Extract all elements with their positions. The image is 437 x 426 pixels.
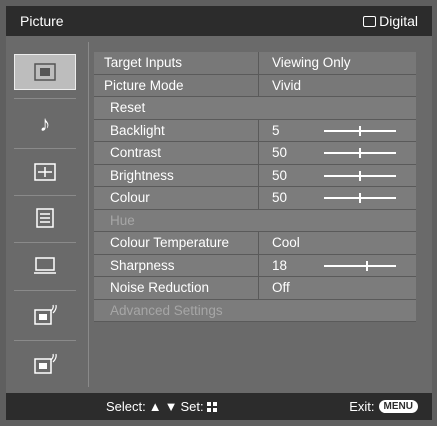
set-button-icon [206,401,217,412]
navigation-hint: Select: ▲ ▼ Set: [106,399,217,414]
sidebar-divider [14,148,76,149]
row-value: Off [272,280,290,296]
menu-row-target-inputs[interactable]: Target Inputs Viewing Only [94,52,416,75]
input-source-icon [363,15,377,27]
row-label: Colour Temperature [110,235,230,251]
set-label: Set: [180,399,204,414]
column-divider [258,164,259,186]
arrow-down-icon: ▼ [164,399,178,414]
row-label: Picture Mode [104,77,184,93]
row-label: Noise Reduction [110,280,210,296]
sidebar-item-analogue-setup[interactable] [14,297,76,333]
row-label: Sharpness [110,257,175,273]
sidebar-divider [14,340,76,341]
column-divider [258,277,259,299]
sidebar-item-sound[interactable]: ♪ [14,106,76,142]
sidebar-item-digital-setup[interactable] [14,346,76,382]
sidebar-item-screen[interactable] [14,154,76,190]
row-label: Reset [110,100,146,116]
colour-slider[interactable] [324,193,396,203]
menu-button-icon: MENU [378,400,418,413]
slider-knob[interactable] [359,170,361,181]
row-value: 50 [272,167,288,183]
music-note-icon: ♪ [39,111,51,136]
menu-row-sharpness[interactable]: Sharpness 18 [94,254,416,277]
arrow-up-icon: ▲ [148,399,162,414]
menu-row-brightness[interactable]: Brightness 50 [94,164,416,187]
row-label: Backlight [110,122,165,138]
row-label: Colour [110,190,150,206]
tv-menu-screen: Picture Digital ♪ Target Inputs Viewing … [0,0,437,426]
list-settings-icon [36,208,54,228]
sidebar-divider [14,290,76,291]
row-value: Vivid [272,77,302,93]
column-divider [258,119,259,141]
sidebar-item-pc[interactable] [14,248,76,284]
contrast-slider[interactable] [324,148,396,158]
menu-row-reset[interactable]: Reset [94,97,416,120]
menu-title: Picture [20,13,64,29]
sidebar-divider [14,98,76,99]
menu-row-noise-reduction[interactable]: Noise Reduction Off [94,277,416,300]
screen-format-icon [34,163,56,181]
input-source-label: Digital [379,13,418,29]
row-value: 5 [272,122,280,138]
row-label: Hue [110,212,135,228]
column-divider [258,74,259,96]
menu-row-hue: Hue [94,209,416,232]
analogue-setup-icon [34,304,57,325]
row-value: 18 [272,257,288,273]
menu-row-colour[interactable]: Colour 50 [94,187,416,210]
row-value: 50 [272,190,288,206]
sidebar-divider [14,195,76,196]
slider-knob[interactable] [359,125,361,136]
menu-row-contrast[interactable]: Contrast 50 [94,142,416,165]
input-source: Digital [363,13,418,29]
digital-setup-icon [34,353,57,374]
menu-row-colour-temperature[interactable]: Colour Temperature Cool [94,232,416,255]
slider-knob[interactable] [359,148,361,158]
slider-knob[interactable] [366,260,368,271]
column-divider [258,52,259,74]
column-divider [258,254,259,276]
footer-bar: Select: ▲ ▼ Set: Exit: MENU [6,393,432,420]
menu-row-backlight[interactable]: Backlight 5 [94,119,416,142]
row-value: Viewing Only [272,55,351,71]
sidebar-item-picture[interactable] [14,54,76,90]
category-sidebar: ♪ [6,42,84,387]
title-bar: Picture Digital [6,6,432,36]
row-label: Contrast [110,145,162,161]
sidebar-divider-vertical [88,42,89,387]
monitor-icon [34,257,56,274]
backlight-slider[interactable] [324,125,396,136]
brightness-slider[interactable] [324,170,396,181]
row-value: 50 [272,145,288,161]
picture-icon [34,63,56,81]
row-label: Advanced Settings [110,302,223,318]
row-label: Target Inputs [104,55,183,71]
column-divider [258,142,259,164]
sharpness-slider[interactable] [324,260,396,271]
menu-row-advanced-settings: Advanced Settings [94,299,416,322]
sidebar-item-features[interactable] [14,200,76,236]
menu-row-picture-mode[interactable]: Picture Mode Vivid [94,74,416,97]
row-label: Brightness [110,167,174,183]
exit-hint: Exit: MENU [349,399,418,414]
row-value: Cool [272,235,300,251]
column-divider [258,232,259,254]
picture-settings-list: Target Inputs Viewing Only Picture Mode … [94,52,416,322]
exit-label: Exit: [349,399,375,414]
slider-knob[interactable] [359,193,361,203]
sidebar-divider [14,242,76,243]
select-label: Select: [106,399,146,414]
column-divider [258,187,259,209]
